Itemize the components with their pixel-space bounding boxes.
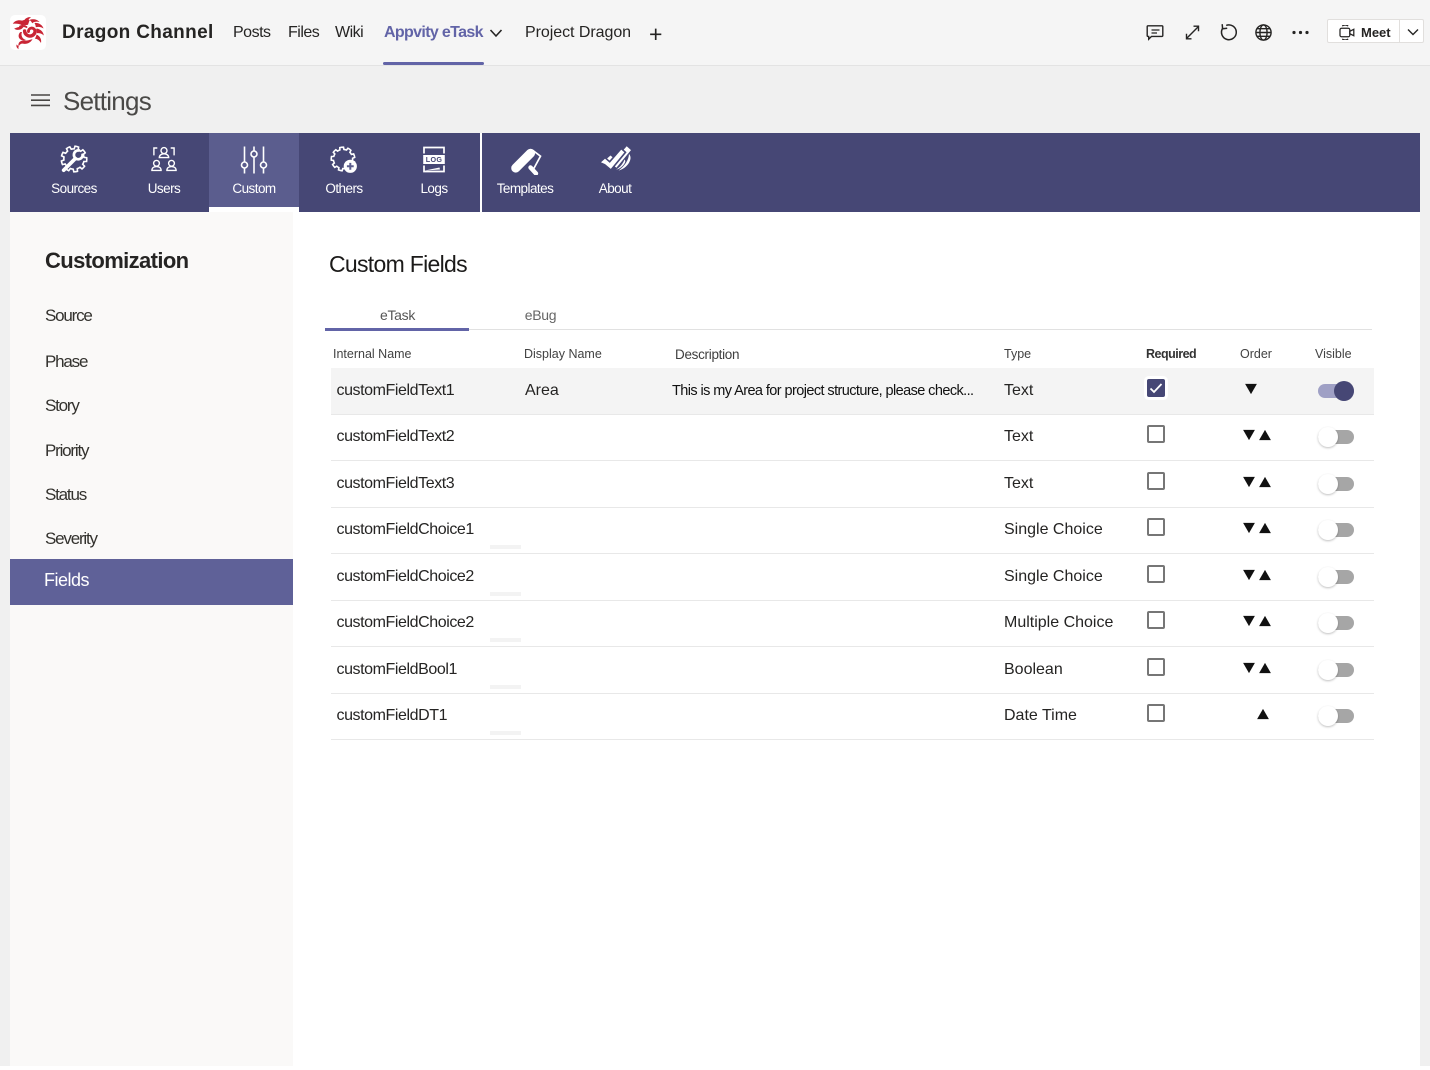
svg-text:LOG: LOG: [426, 155, 443, 164]
